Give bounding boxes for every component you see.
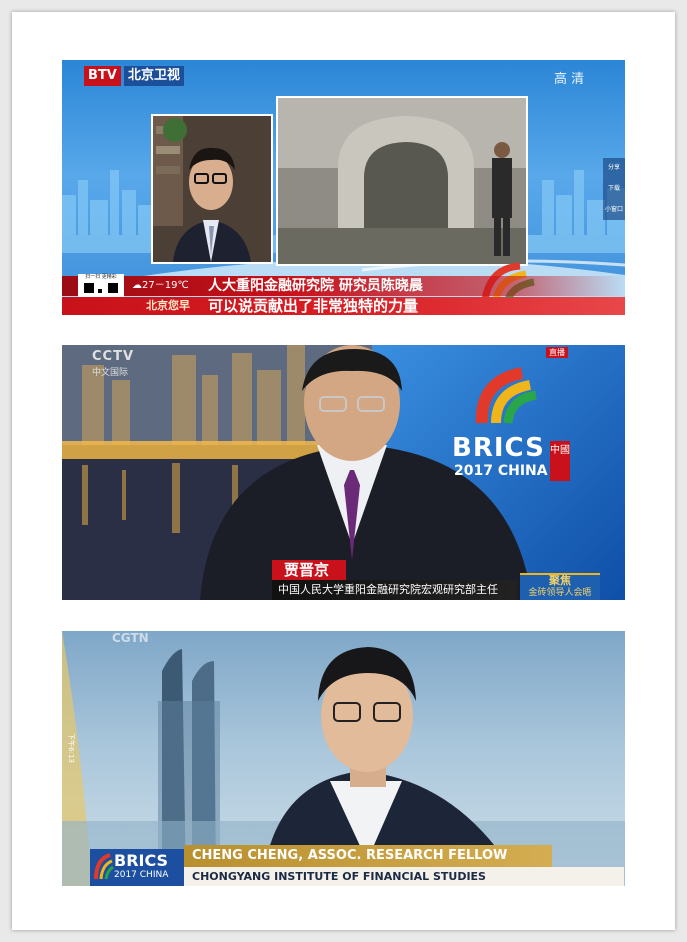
side-time: 下午6:13 (66, 733, 75, 763)
guest-name-title: CHENG CHENG, ASSOC. RESEARCH FELLOW (192, 848, 508, 863)
qr-caption: 扫一扫 更精彩 (85, 274, 117, 280)
guest-title: 中国人民大学重阳金融研究院宏观研究部主任 (278, 583, 498, 596)
program-logo: 北京您早 (146, 299, 190, 312)
brics-badge-icon (94, 853, 114, 880)
channel-name: 北京卫视 (124, 66, 185, 86)
ticker-top: 聚焦 (549, 574, 571, 587)
side-download: 下载 (607, 185, 620, 192)
side-panel: 分享 下载 小窗口 (603, 158, 625, 220)
brics-badge: BRICS 2017 CHINA (90, 849, 184, 886)
guest-name: 贾晋京 (284, 561, 330, 579)
china-seal: 中國 (550, 441, 570, 481)
ticker-bottom: 金砖领导人会晤 (528, 588, 592, 598)
guest-video-box (151, 114, 273, 264)
live-badge: 直播 (546, 347, 568, 358)
cctv-logo: CCTV (92, 349, 135, 364)
cctv-screenshot: CCTV 中文国际 直播 BRICS 2017 CHINA 中國 贾晋京 中国人… (62, 345, 625, 600)
weather-text: ☁27－19℃ (132, 280, 189, 291)
cgtn-screenshot: CGTN 下午6:13 BRICS 2017 CHINA CHENG CHENG… (62, 631, 625, 886)
guest-organization: CHONGYANG INSTITUTE OF FINANCIAL STUDIES (192, 870, 486, 883)
cgtn-logo: CGTN (112, 631, 149, 645)
hd-label: 高 清 (554, 72, 585, 87)
cctv-channel: 中文国际 (92, 368, 129, 378)
btv-logo: BTV (84, 66, 121, 86)
report-video-box (276, 96, 528, 266)
caption-name: 人大重阳金融研究院 研究员陈晓晨 (208, 278, 423, 294)
side-mini-window: 小窗口 (604, 206, 623, 213)
ticker-box: 聚焦 金砖领导人会晤 (520, 573, 600, 600)
guest-portrait (153, 116, 271, 262)
brics-badge-word: BRICS (114, 851, 169, 870)
brics-year: 2017 CHINA (454, 463, 548, 479)
brics-wordmark: BRICS (452, 433, 545, 463)
btv-screenshot: BTV 北京卫视 高 清 分享 下载 小窗口 扫一扫 更精彩 ☁27－19℃ 人… (62, 60, 625, 315)
caption-quote: 可以说贡献出了非常独特的力量 (208, 297, 419, 315)
stone-arch-image (278, 98, 526, 264)
side-share: 分享 (607, 164, 620, 171)
brics-badge-year: 2017 CHINA (114, 870, 169, 880)
